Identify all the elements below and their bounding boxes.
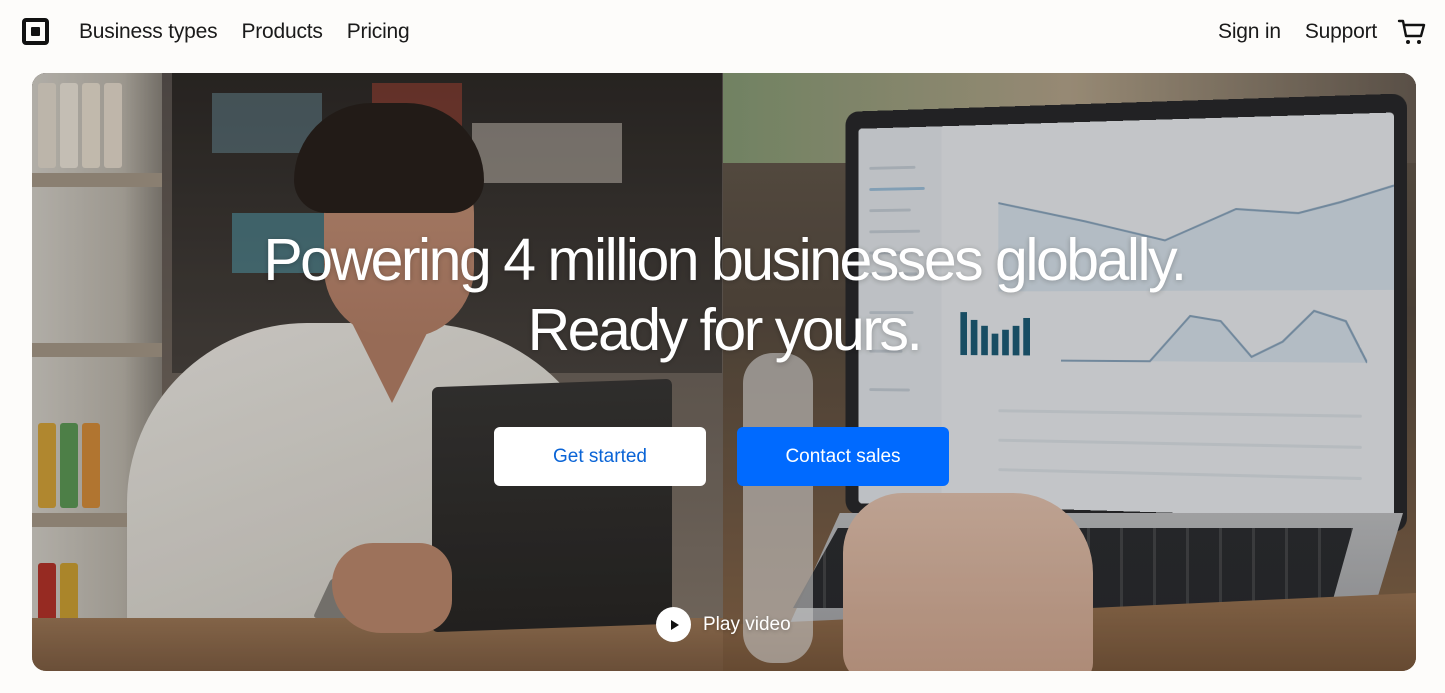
play-icon[interactable] — [656, 607, 691, 642]
square-logo-icon[interactable] — [22, 18, 49, 45]
headline-line-1: Powering 4 million businesses globally. — [263, 227, 1187, 293]
nav-sign-in[interactable]: Sign in — [1218, 19, 1281, 45]
nav-business-types[interactable]: Business types — [79, 19, 218, 45]
contact-sales-button[interactable]: Contact sales — [737, 427, 949, 486]
hero-banner: Powering 4 million businesses globally. … — [32, 73, 1416, 671]
nav-support[interactable]: Support — [1305, 19, 1377, 45]
hero-headline: Powering 4 million businesses globally. … — [32, 225, 1416, 365]
get-started-button[interactable]: Get started — [494, 427, 706, 486]
primary-nav: Business types Products Pricing — [79, 19, 410, 45]
cart-icon[interactable] — [1397, 17, 1427, 47]
play-video-label[interactable]: Play video — [703, 614, 791, 636]
headline-line-2: Ready for yours. — [527, 297, 923, 363]
nav-products[interactable]: Products — [241, 19, 322, 45]
play-video-button[interactable]: Play video — [656, 607, 791, 642]
top-navigation: Business types Products Pricing Sign in … — [0, 0, 1445, 64]
nav-pricing[interactable]: Pricing — [347, 19, 410, 45]
hero-overlay — [32, 73, 1416, 671]
secondary-nav: Sign in Support — [1218, 19, 1377, 45]
